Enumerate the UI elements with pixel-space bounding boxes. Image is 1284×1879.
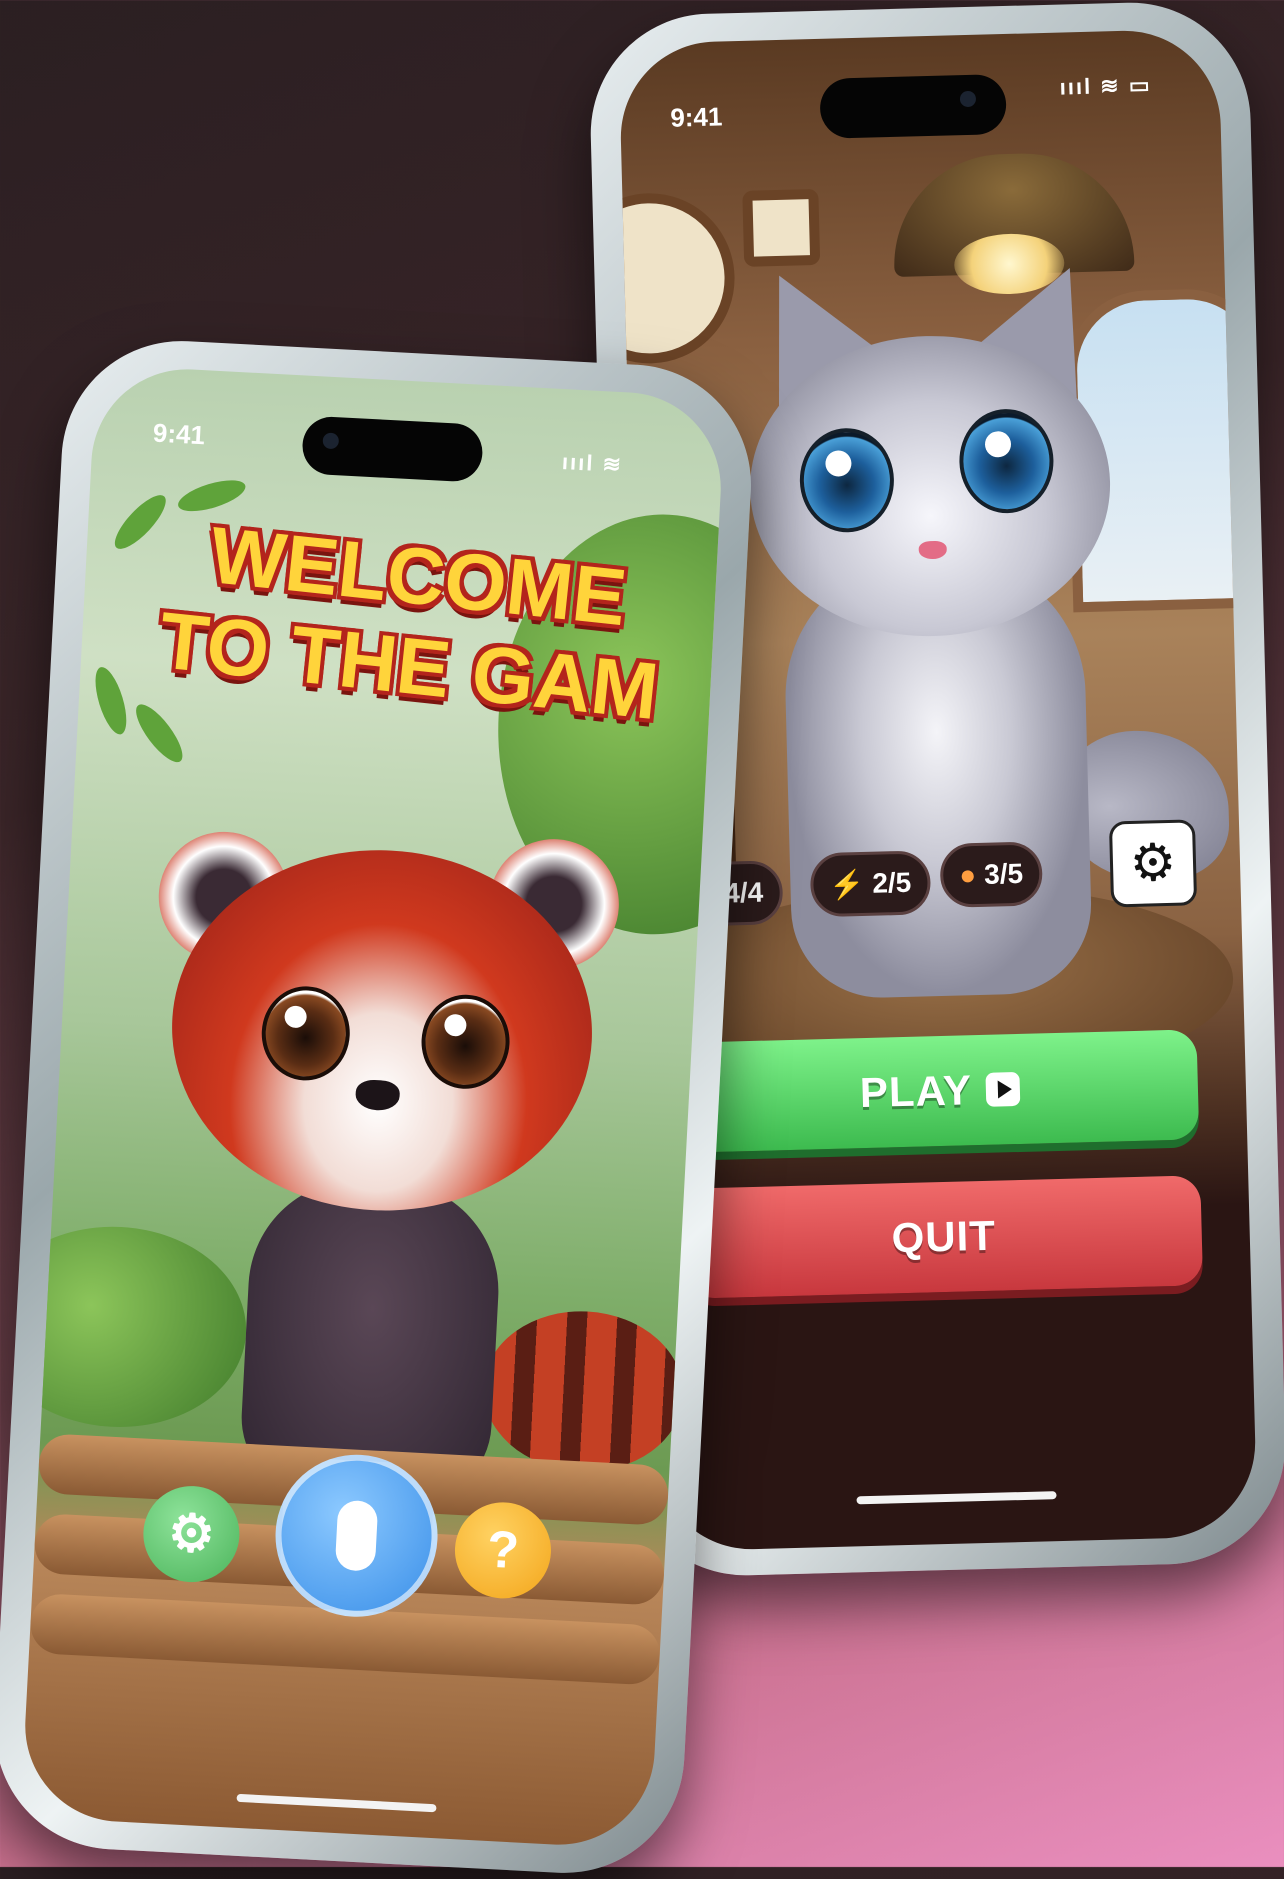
wall-clock-small [742, 188, 821, 267]
lightning-icon: ⚡ [829, 868, 865, 901]
camera-dot [959, 90, 977, 108]
home-indicator[interactable] [236, 1793, 437, 1813]
gear-icon: ⚙ [1128, 833, 1178, 893]
settings-button[interactable]: ⚙ [1108, 819, 1198, 908]
status-time: 9:41 [152, 417, 206, 451]
phone-red-panda: WELCOME TO THE GAM ⚙ ? 9:41 ıııl ≋ [0, 334, 758, 1879]
energy-value: 2/5 [871, 866, 912, 899]
play-icon [985, 1071, 1021, 1107]
play-label: PLAY [859, 1066, 973, 1117]
home-indicator[interactable] [856, 1491, 1057, 1505]
red-panda-welcome-screen: WELCOME TO THE GAM ⚙ ? 9:41 ıııl ≋ [20, 364, 726, 1850]
wall-clock-large [618, 191, 737, 366]
quit-button[interactable]: QUIT [684, 1175, 1204, 1299]
dynamic-island [819, 73, 1007, 139]
status-icons: ıııl ≋ [561, 449, 624, 478]
stat-energy: ⚡ 2/5 [809, 850, 932, 918]
quit-label: QUIT [890, 1211, 997, 1262]
background-bush [20, 1220, 252, 1434]
status-time: 9:41 [669, 101, 723, 133]
paw-icon: ● [958, 859, 977, 891]
status-icons: ıııl ≋ ▭ [1059, 72, 1152, 100]
camera-dot [322, 432, 340, 450]
microphone-icon [334, 1499, 379, 1572]
dynamic-island [301, 415, 484, 483]
gear-icon: ⚙ [166, 1503, 217, 1565]
leaf [128, 698, 190, 769]
paws-value: 3/5 [983, 857, 1024, 890]
red-panda-tail [479, 1306, 688, 1477]
play-button[interactable]: PLAY [680, 1029, 1200, 1153]
stat-paws: ● 3/5 [939, 841, 1043, 908]
question-icon: ? [485, 1520, 521, 1581]
